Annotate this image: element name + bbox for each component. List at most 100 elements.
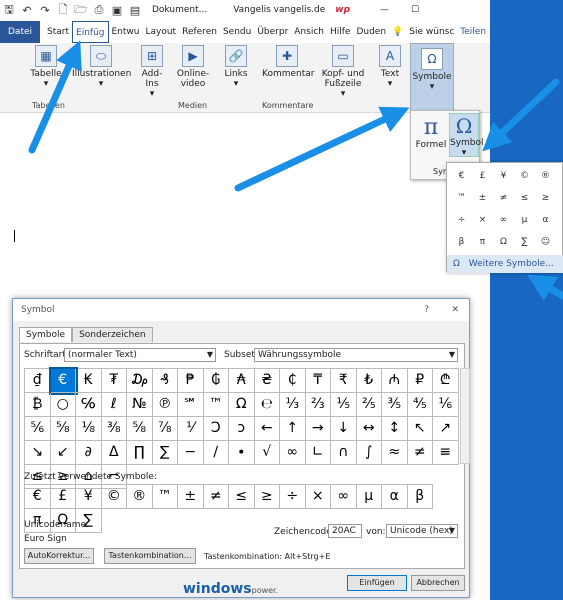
gallery-symbol[interactable]: Ω <box>493 231 514 253</box>
character-cell[interactable]: ∙ <box>229 441 255 465</box>
character-cell[interactable]: − <box>178 441 204 465</box>
gallery-symbol[interactable]: € <box>451 165 472 187</box>
character-cell[interactable]: ↓ <box>331 417 357 441</box>
tab-entwurf[interactable]: Entwu <box>109 21 143 43</box>
character-cell[interactable]: ₯ <box>127 369 153 393</box>
tab-referenzen[interactable]: Referen <box>179 21 220 43</box>
character-cell[interactable]: √ <box>254 441 280 465</box>
tab-ueberpruefen[interactable]: Überpr <box>254 21 291 43</box>
character-cell[interactable]: ℮ <box>254 393 280 417</box>
character-cell[interactable]: ↖ <box>407 417 433 441</box>
character-cell[interactable]: ⅙ <box>433 393 459 417</box>
character-cell[interactable]: ℠ <box>178 393 204 417</box>
illustrations-button[interactable]: ⬭ Illustrationen ▾ <box>72 45 131 89</box>
gallery-symbol[interactable]: × <box>472 209 493 231</box>
character-cell[interactable]: ↕ <box>382 417 408 441</box>
gallery-symbol[interactable]: © <box>514 165 535 187</box>
print-icon[interactable]: ⎙ <box>90 3 108 17</box>
gallery-symbol[interactable]: ∑ <box>514 231 535 253</box>
tab-sendungen[interactable]: Sendu <box>220 21 254 43</box>
character-cell[interactable]: ∫ <box>356 441 382 465</box>
character-cell[interactable]: ₮ <box>101 369 127 393</box>
maximize-button[interactable]: ☐ <box>411 5 419 15</box>
character-cell[interactable]: ⅗ <box>382 393 408 417</box>
tab-symbole[interactable]: Symbole <box>19 327 73 342</box>
character-cell[interactable]: ₸ <box>305 369 331 393</box>
character-cell[interactable]: ₼ <box>382 369 408 393</box>
character-cell[interactable]: ₵ <box>280 369 306 393</box>
character-cell[interactable]: ∂ <box>76 441 102 465</box>
character-cell[interactable]: ₽ <box>407 369 433 393</box>
charcode-input[interactable]: 20AC <box>328 524 362 538</box>
gallery-symbol[interactable]: £ <box>472 165 493 187</box>
character-cell[interactable]: ℅ <box>76 393 102 417</box>
gallery-symbol[interactable]: ∞ <box>493 209 514 231</box>
links-button[interactable]: 🔗 Links ▾ <box>222 45 250 89</box>
autocorrect-button[interactable]: AutoKorrektur... <box>24 548 94 564</box>
save-icon[interactable]: 🖫 <box>0 1 18 20</box>
character-cell[interactable]: ⅔ <box>305 393 331 417</box>
undo-icon[interactable]: ↶ <box>18 4 36 17</box>
character-cell[interactable]: € <box>48 367 78 395</box>
lightbulb-icon[interactable]: 💡 <box>389 21 406 43</box>
cancel-button[interactable]: Abbrechen <box>411 575 465 591</box>
character-cell[interactable]: ← <box>254 417 280 441</box>
character-cell[interactable]: ∑ <box>152 441 178 465</box>
gallery-symbol[interactable]: ≤ <box>514 187 535 209</box>
open-icon[interactable]: 🗁 <box>72 1 90 20</box>
character-cell[interactable]: ₹ <box>331 369 357 393</box>
tab-start[interactable]: Start <box>44 21 72 43</box>
character-cell[interactable]: ™ <box>203 393 229 417</box>
character-cell[interactable]: ₲ <box>203 369 229 393</box>
character-cell[interactable]: ∟ <box>305 441 331 465</box>
gallery-symbol[interactable]: ☺ <box>535 231 556 253</box>
recent-symbol-cell[interactable]: µ <box>356 485 382 509</box>
gallery-symbol[interactable]: ® <box>535 165 556 187</box>
character-cell[interactable]: № <box>127 393 153 417</box>
recent-symbol-cell[interactable]: ® <box>127 485 153 509</box>
character-cell[interactable]: → <box>305 417 331 441</box>
redo-icon[interactable]: ↷ <box>36 4 54 17</box>
character-cell[interactable]: ○ <box>50 393 76 417</box>
character-cell[interactable]: ⅖ <box>356 393 382 417</box>
new-doc-icon[interactable]: 🗋 <box>54 1 72 20</box>
character-cell[interactable]: ₳ <box>229 369 255 393</box>
symbol-button[interactable]: Ω Symbol ▾ <box>449 113 484 158</box>
character-cell[interactable]: ∏ <box>127 441 153 465</box>
shortcut-button[interactable]: Tastenkombination... <box>104 548 196 564</box>
more-symbols-button[interactable]: Ω Weitere Symbole... <box>447 255 563 273</box>
character-cell[interactable]: ₾ <box>433 369 459 393</box>
symbole-button[interactable]: Ω Symbole ▾ <box>410 43 454 113</box>
character-grid-scrollbar[interactable] <box>460 368 470 464</box>
character-cell[interactable]: ⅘ <box>407 393 433 417</box>
pdf-icon[interactable]: ▤ <box>126 4 144 17</box>
table-button[interactable]: ▦ Tabelle ▾ <box>30 45 62 89</box>
recent-symbol-cell[interactable]: © <box>101 485 127 509</box>
tab-ansicht[interactable]: Ansich <box>291 21 327 43</box>
gallery-symbol[interactable]: ≠ <box>493 187 514 209</box>
character-cell[interactable]: Ω <box>229 393 255 417</box>
minimize-button[interactable]: — <box>380 5 389 15</box>
gallery-symbol[interactable]: ÷ <box>451 209 472 231</box>
character-cell[interactable]: ⅚ <box>25 417 51 441</box>
recent-symbol-cell[interactable]: € <box>25 485 51 509</box>
character-cell[interactable]: ₰ <box>152 369 178 393</box>
character-cell[interactable]: ≠ <box>407 441 433 465</box>
recent-symbol-cell[interactable]: ≤ <box>229 485 255 509</box>
recent-symbol-cell[interactable]: ≥ <box>254 485 280 509</box>
add-ins-button[interactable]: ⊞ Add-Ins ▾ <box>138 45 166 99</box>
gallery-symbol[interactable]: π <box>472 231 493 253</box>
tab-layout[interactable]: Layout <box>142 21 179 43</box>
character-cell[interactable]: ∞ <box>280 441 306 465</box>
share-button[interactable]: Teilen <box>457 21 489 43</box>
character-cell[interactable]: ⅝ <box>50 417 76 441</box>
image-icon[interactable]: ▣ <box>108 4 126 17</box>
character-cell[interactable]: ⅓ <box>280 393 306 417</box>
header-footer-button[interactable]: ▭ Kopf- und Fußzeile ▾ <box>320 45 366 99</box>
character-cell[interactable]: ⅜ <box>101 417 127 441</box>
character-cell[interactable]: Δ <box>101 441 127 465</box>
recent-symbol-cell[interactable]: ¥ <box>76 485 102 509</box>
recent-symbol-cell[interactable]: ™ <box>152 485 178 509</box>
gallery-symbol[interactable]: ± <box>472 187 493 209</box>
formula-button[interactable]: π Formel <box>415 115 447 150</box>
